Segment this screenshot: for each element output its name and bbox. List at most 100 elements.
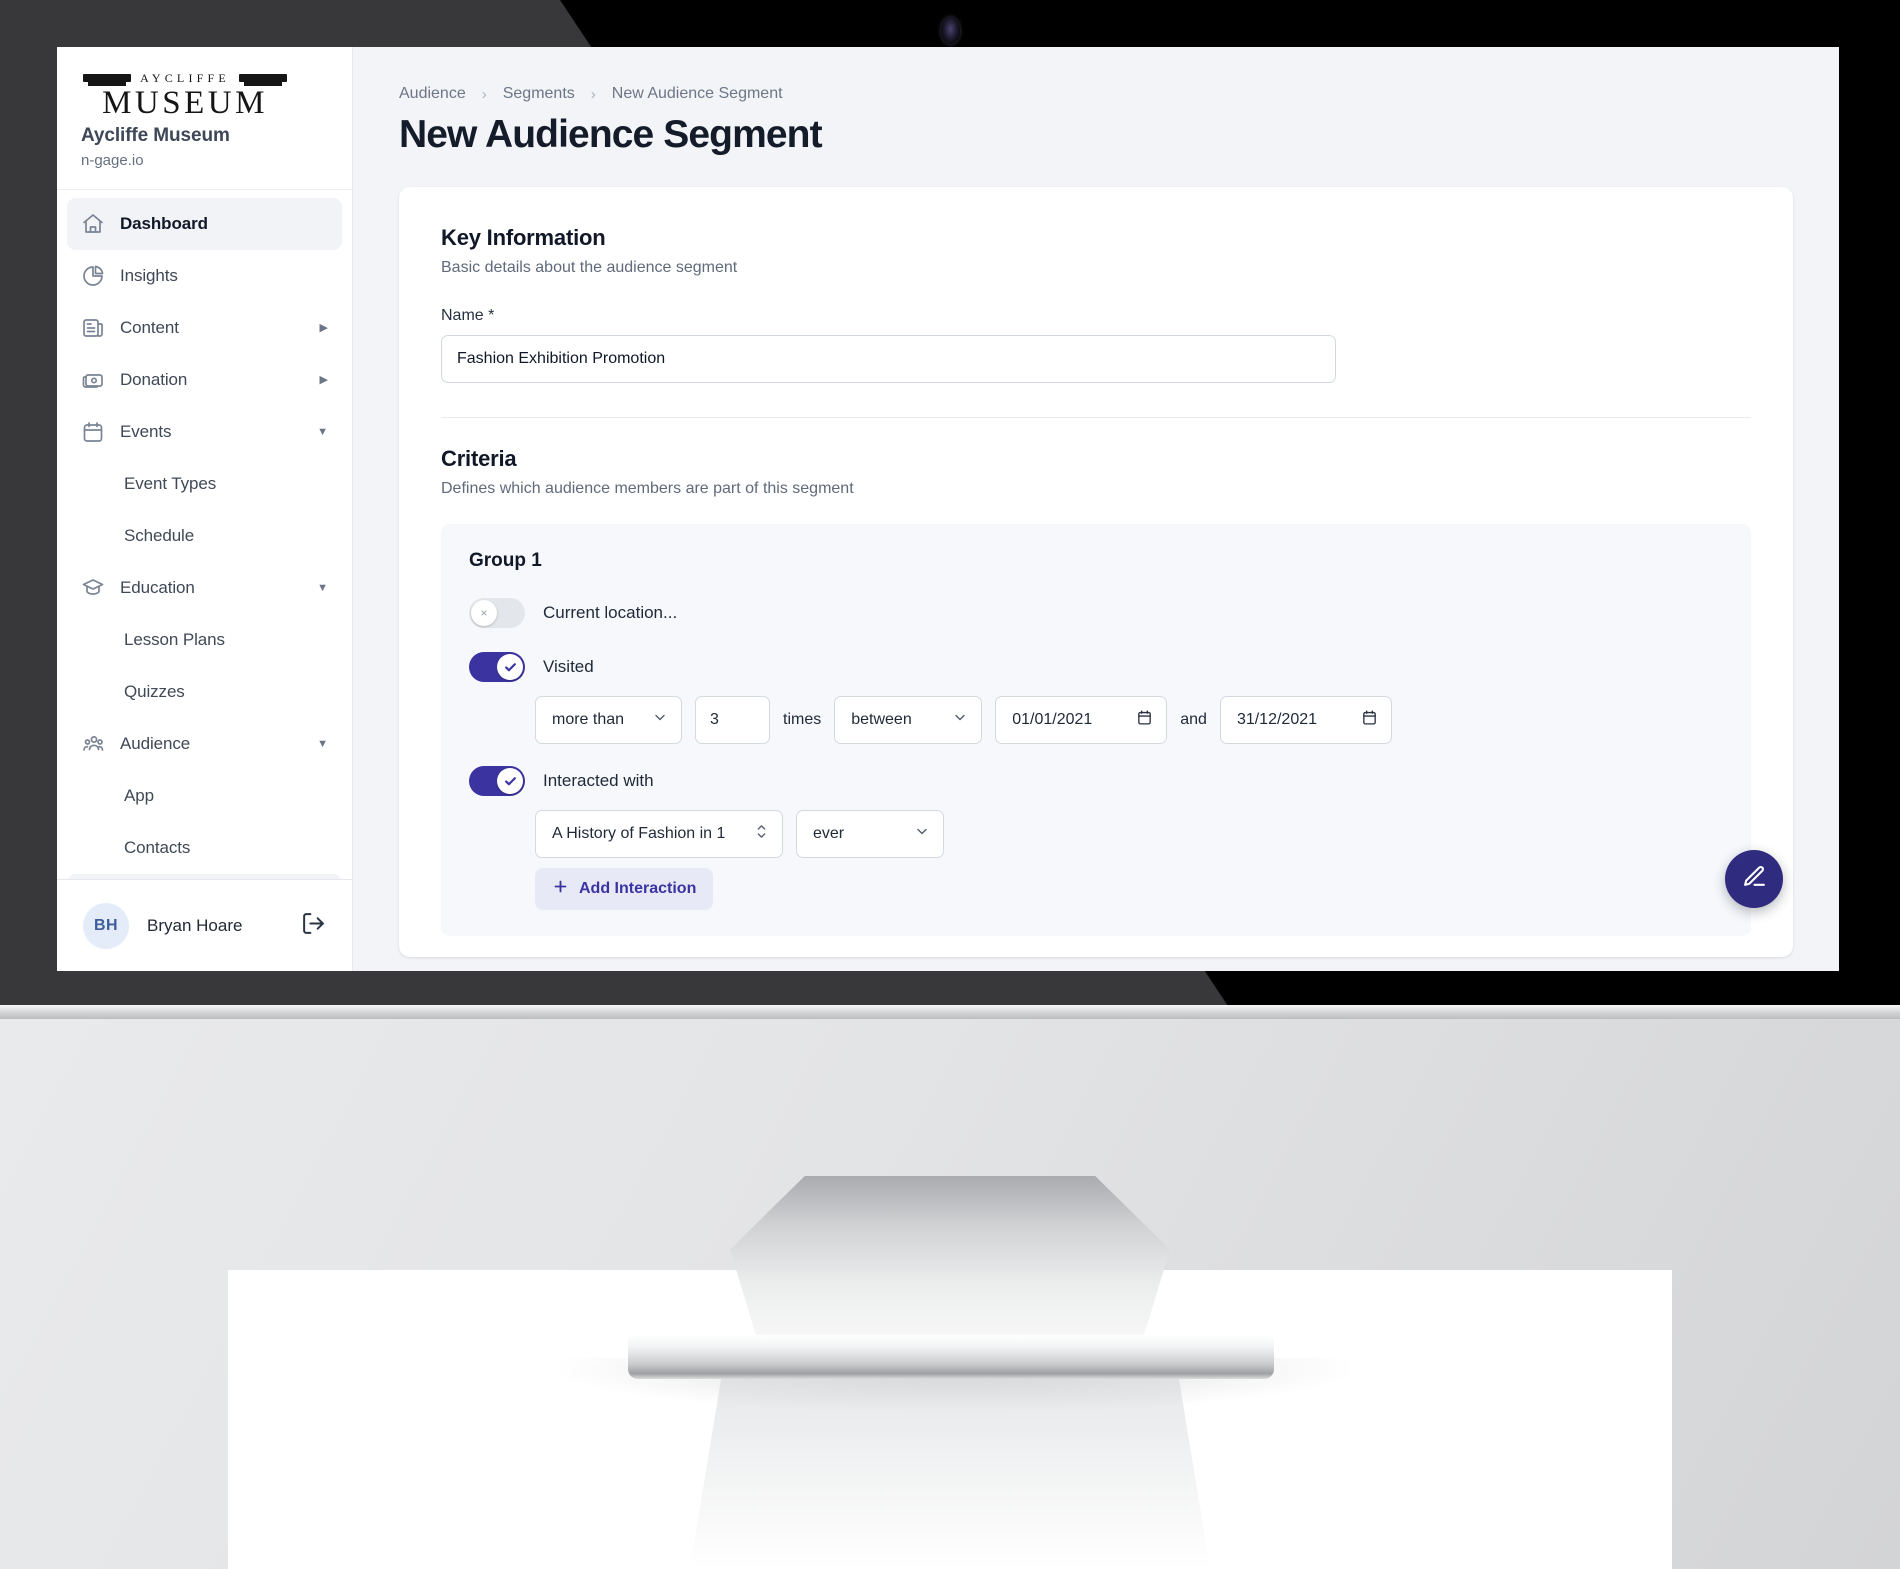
sidebar-item-label: Education bbox=[120, 578, 195, 597]
sidebar-item-label: Content bbox=[120, 318, 179, 337]
breadcrumb-item-current: New Audience Segment bbox=[611, 85, 783, 102]
spinner-updown-icon[interactable] bbox=[754, 822, 769, 846]
date-to-value: 31/12/2021 bbox=[1236, 711, 1318, 728]
edit-fab-button[interactable] bbox=[1725, 850, 1783, 908]
user-bar[interactable]: BH Bryan Hoare bbox=[57, 879, 352, 971]
sidebar-item-audience[interactable]: Audience ▼ bbox=[67, 718, 342, 770]
toggle-knob: × bbox=[471, 600, 497, 626]
sidebar-item-donation[interactable]: Donation ▶ bbox=[67, 354, 342, 406]
sidebar-item-label: Lesson Plans bbox=[124, 630, 225, 649]
interaction-frequency-value: ever bbox=[813, 825, 845, 842]
monitor-stand-reflection bbox=[690, 1378, 1210, 1568]
chevron-down-icon bbox=[952, 710, 968, 731]
home-icon bbox=[81, 212, 105, 236]
sidebar-item-insights[interactable]: Insights bbox=[67, 250, 342, 302]
sidebar-item-label: Contacts bbox=[124, 838, 191, 857]
breadcrumb-item-segments[interactable]: Segments bbox=[503, 85, 575, 103]
form-card: Key Information Basic details about the … bbox=[399, 187, 1793, 957]
sidebar-item-segments[interactable]: Segments bbox=[67, 874, 342, 879]
news-icon bbox=[81, 316, 105, 340]
sidebar-item-dashboard[interactable]: Dashboard bbox=[67, 198, 342, 250]
page-title: New Audience Segment bbox=[399, 113, 823, 156]
criteria-heading: Criteria bbox=[441, 446, 517, 471]
date-to-input[interactable]: 31/12/2021 bbox=[1219, 696, 1392, 744]
brand-block: AYCLIFFE MUSEUM Aycliffe Museum n-gage.i… bbox=[57, 47, 352, 190]
add-interaction-button[interactable]: Add Interaction bbox=[535, 868, 714, 910]
sidebar-item-contacts[interactable]: Contacts bbox=[67, 822, 342, 874]
svg-text:AYCLIFFE: AYCLIFFE bbox=[140, 71, 230, 85]
chevron-down-icon[interactable]: ▼ bbox=[317, 426, 328, 438]
date-from-value: 01/01/2021 bbox=[1012, 711, 1093, 728]
calendar-icon[interactable] bbox=[1136, 709, 1153, 731]
name-label: Name * bbox=[441, 307, 495, 324]
check-icon bbox=[504, 662, 516, 671]
criteria-row-current-location: × Current location... bbox=[469, 598, 1723, 628]
sidebar-item-education[interactable]: Education ▼ bbox=[67, 562, 342, 614]
interaction-item-select[interactable]: A History of Fashion in 1 bbox=[535, 810, 783, 858]
sidebar-item-event-types[interactable]: Event Types bbox=[67, 458, 342, 510]
sidebar-item-label: Events bbox=[120, 422, 172, 441]
interacted-with-controls: A History of Fashion in 1 ever bbox=[535, 810, 1723, 858]
chevron-down-icon[interactable]: ▼ bbox=[317, 738, 328, 750]
money-icon bbox=[81, 368, 105, 392]
sidebar-item-quizzes[interactable]: Quizzes bbox=[67, 666, 342, 718]
criteria-subtitle: Defines which audience members are part … bbox=[441, 480, 854, 497]
chevron-down-icon[interactable]: ▼ bbox=[317, 582, 328, 594]
sidebar-item-events[interactable]: Events ▼ bbox=[67, 406, 342, 458]
sidebar-item-content[interactable]: Content ▶ bbox=[67, 302, 342, 354]
sidebar-item-label: Event Types bbox=[124, 474, 217, 493]
sidebar-item-lesson-plans[interactable]: Lesson Plans bbox=[67, 614, 342, 666]
device-mockup-scene: AYCLIFFE MUSEUM Aycliffe Museum n-gage.i… bbox=[0, 0, 1900, 1569]
chevron-right-icon[interactable]: ▶ bbox=[320, 374, 328, 386]
date-from-input[interactable]: 01/01/2021 bbox=[995, 696, 1168, 744]
close-icon: × bbox=[480, 606, 488, 620]
sidebar-item-label: Dashboard bbox=[120, 214, 208, 233]
sidebar-item-label: Donation bbox=[120, 370, 188, 389]
sidebar-nav: Dashboard Insights Content ▶ Donation ▶ Events… bbox=[57, 190, 352, 879]
brand-name: Aycliffe Museum bbox=[81, 125, 230, 146]
logout-icon[interactable] bbox=[301, 911, 326, 941]
user-name: Bryan Hoare bbox=[147, 915, 243, 935]
date-range-mode-select[interactable]: between bbox=[834, 696, 983, 744]
brand-domain: n-gage.io bbox=[81, 152, 144, 169]
date-range-mode-value: between bbox=[851, 711, 912, 728]
breadcrumb-separator-icon: › bbox=[590, 85, 596, 103]
group-title: Group 1 bbox=[469, 550, 542, 571]
sidebar-item-schedule[interactable]: Schedule bbox=[67, 510, 342, 562]
calendar-icon[interactable] bbox=[1361, 709, 1378, 731]
toggle-current-location[interactable]: × bbox=[469, 598, 525, 628]
segment-name-input[interactable] bbox=[441, 335, 1336, 383]
criteria-label-current-location: Current location... bbox=[543, 603, 678, 622]
key-information-heading: Key Information bbox=[441, 225, 606, 250]
main-content: Audience › Segments › New Audience Segme… bbox=[353, 47, 1839, 971]
desk-edge-highlight bbox=[0, 1005, 1900, 1019]
avatar: BH bbox=[83, 902, 129, 949]
sidebar-item-label: Quizzes bbox=[124, 682, 185, 701]
criteria-row-interacted-with: Interacted with bbox=[469, 766, 1723, 796]
criteria-group-1: Group 1 × Current location... Visited mo… bbox=[441, 524, 1751, 936]
toggle-knob bbox=[497, 768, 523, 794]
comparator-select[interactable]: more than bbox=[535, 696, 682, 744]
visited-controls: more than times between bbox=[535, 696, 1723, 744]
chevron-right-icon[interactable]: ▶ bbox=[320, 322, 328, 334]
app-screen: AYCLIFFE MUSEUM Aycliffe Museum n-gage.i… bbox=[57, 47, 1839, 971]
toggle-visited[interactable] bbox=[469, 652, 525, 682]
visit-count-input[interactable] bbox=[695, 696, 770, 744]
calendar-icon bbox=[81, 420, 105, 444]
sidebar-item-app[interactable]: App bbox=[67, 770, 342, 822]
chart-pie-icon bbox=[81, 264, 105, 288]
toggle-interacted-with[interactable] bbox=[469, 766, 525, 796]
toggle-knob bbox=[497, 654, 523, 680]
criteria-label-interacted-with: Interacted with bbox=[543, 771, 654, 790]
times-label: times bbox=[783, 711, 822, 728]
add-interaction-label: Add Interaction bbox=[579, 880, 697, 897]
and-label: and bbox=[1180, 711, 1207, 728]
interaction-item-value: A History of Fashion in 1 bbox=[552, 825, 726, 842]
breadcrumb-item-audience[interactable]: Audience bbox=[399, 85, 466, 103]
criteria-label-visited: Visited bbox=[543, 657, 594, 676]
key-information-subtitle: Basic details about the audience segment bbox=[441, 259, 738, 276]
webcam-icon bbox=[941, 17, 960, 44]
check-icon bbox=[504, 776, 516, 785]
interaction-frequency-select[interactable]: ever bbox=[796, 810, 944, 858]
sidebar-item-label: Audience bbox=[120, 734, 191, 753]
